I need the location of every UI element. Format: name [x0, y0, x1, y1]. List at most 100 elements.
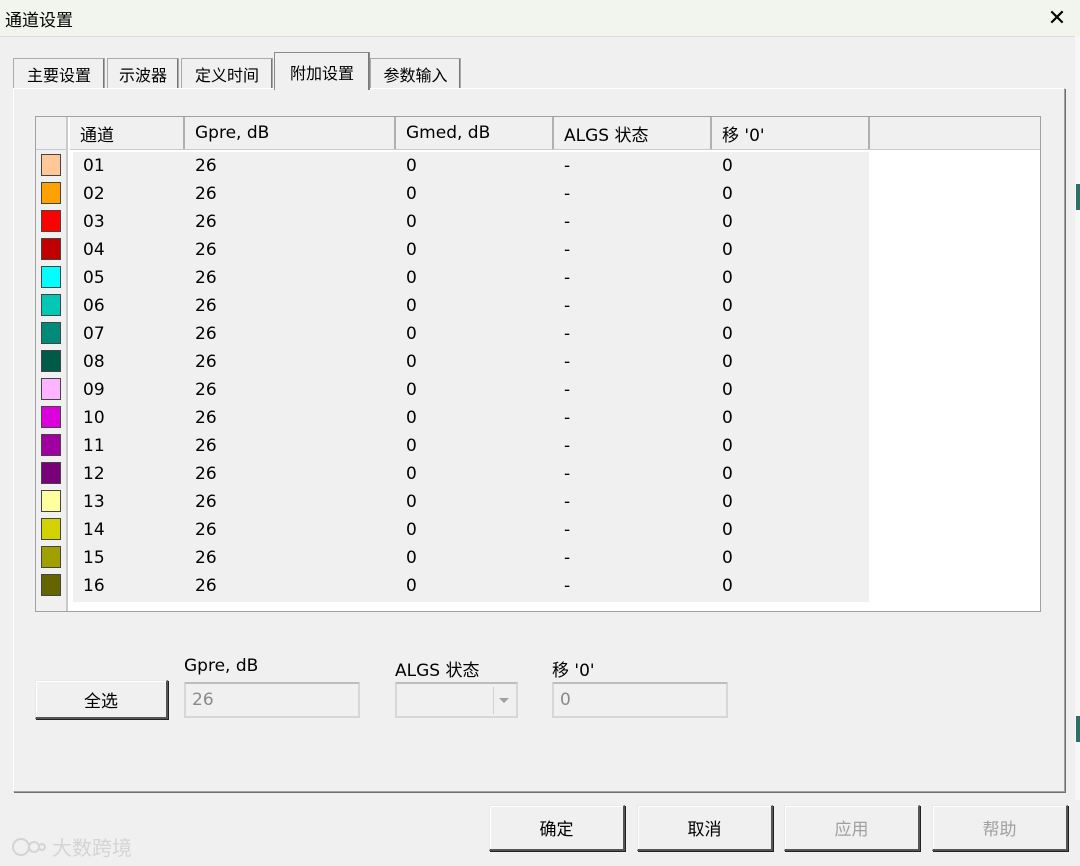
channel-color-swatch[interactable] [41, 350, 61, 372]
table-row[interactable]: 15 26 0 - 0 [73, 544, 869, 572]
cell-channel: 03 [83, 212, 105, 232]
cell-gpre: 26 [195, 436, 217, 456]
close-button[interactable]: ✕ [1034, 0, 1080, 36]
cell-shift: 0 [722, 352, 733, 372]
cell-shift: 0 [722, 464, 733, 484]
cell-gpre: 26 [195, 548, 217, 568]
tab-label: 附加设置 [289, 63, 354, 83]
channel-color-swatch[interactable] [41, 490, 61, 512]
gpre-input[interactable]: 26 [184, 682, 360, 718]
cell-algs: - [564, 464, 571, 484]
cancel-button[interactable]: 取消 [637, 805, 773, 851]
cell-algs: - [564, 492, 571, 512]
cell-gpre: 26 [195, 240, 217, 260]
apply-button[interactable]: 应用 [784, 805, 920, 851]
table-row[interactable]: 12 26 0 - 0 [73, 460, 869, 488]
channel-color-swatch[interactable] [41, 518, 61, 540]
cell-algs: - [564, 548, 571, 568]
channel-color-swatch[interactable] [41, 154, 61, 176]
channel-color-swatch[interactable] [41, 238, 61, 260]
cell-algs: - [564, 380, 571, 400]
cell-channel: 01 [83, 156, 105, 176]
tab-parameter-input[interactable]: 参数输入 [370, 58, 461, 89]
cell-algs: - [564, 296, 571, 316]
algs-select[interactable] [395, 682, 518, 718]
table-row[interactable]: 07 26 0 - 0 [73, 320, 869, 348]
cell-shift: 0 [722, 380, 733, 400]
cell-shift: 0 [722, 436, 733, 456]
apply-label: 应用 [834, 820, 869, 840]
channel-color-swatch[interactable] [41, 406, 61, 428]
channel-color-swatch[interactable] [41, 182, 61, 204]
table-row[interactable]: 02 26 0 - 0 [73, 180, 869, 208]
cell-channel: 11 [83, 436, 105, 456]
table-row[interactable]: 13 26 0 - 0 [73, 488, 869, 516]
ok-button[interactable]: 确定 [489, 805, 625, 851]
channel-color-swatch[interactable] [41, 210, 61, 232]
cell-gpre: 26 [195, 408, 217, 428]
cell-gpre: 26 [195, 464, 217, 484]
cell-gmed: 0 [406, 436, 417, 456]
table-row[interactable]: 05 26 0 - 0 [73, 264, 869, 292]
cell-shift: 0 [722, 408, 733, 428]
cell-gmed: 0 [406, 268, 417, 288]
tab-additional-settings[interactable]: 附加设置 [274, 52, 370, 90]
table-row[interactable]: 09 26 0 - 0 [73, 376, 869, 404]
cell-channel: 05 [83, 268, 105, 288]
shift-input[interactable]: 0 [552, 682, 728, 718]
select-all-button[interactable]: 全选 [35, 680, 168, 719]
cell-gpre: 26 [195, 520, 217, 540]
channel-color-swatch[interactable] [41, 266, 61, 288]
title-bar: 通道设置 ✕ [0, 0, 1080, 37]
channel-color-swatch[interactable] [41, 574, 61, 596]
cell-algs: - [564, 576, 571, 596]
tab-label: 示波器 [118, 66, 167, 85]
cell-algs: - [564, 436, 571, 456]
table-row[interactable]: 06 26 0 - 0 [73, 292, 869, 320]
edge-mark [1076, 184, 1080, 210]
cell-channel: 13 [83, 492, 105, 512]
table-row[interactable]: 10 26 0 - 0 [73, 404, 869, 432]
cell-channel: 14 [83, 520, 105, 540]
cell-gpre: 26 [195, 268, 217, 288]
cell-channel: 08 [83, 352, 105, 372]
channel-grid[interactable]: 通道 Gpre, dB Gmed, dB ALGS 状态 移 '0' 01 26 0… [35, 116, 1041, 612]
table-row[interactable]: 03 26 0 - 0 [73, 208, 869, 236]
table-row[interactable]: 14 26 0 - 0 [73, 516, 869, 544]
table-row[interactable]: 16 26 0 - 0 [73, 572, 869, 600]
table-row[interactable]: 08 26 0 - 0 [73, 348, 869, 376]
column-header-gmed[interactable]: Gmed, dB [396, 117, 554, 149]
column-header-channel[interactable]: 通道 [70, 117, 185, 149]
ok-label: 确定 [539, 820, 574, 840]
channel-color-swatch[interactable] [41, 378, 61, 400]
cell-gmed: 0 [406, 576, 417, 596]
column-header-shift[interactable]: 移 '0' [712, 117, 870, 149]
window-title: 通道设置 [5, 11, 73, 31]
column-header-algs[interactable]: ALGS 状态 [554, 117, 712, 149]
cancel-label: 取消 [687, 820, 722, 840]
channel-color-swatch[interactable] [41, 462, 61, 484]
table-row[interactable]: 11 26 0 - 0 [73, 432, 869, 460]
column-header-gpre[interactable]: Gpre, dB [185, 117, 396, 149]
column-header-label: ALGS 状态 [564, 125, 649, 146]
channel-color-swatch[interactable] [41, 322, 61, 344]
cell-channel: 07 [83, 324, 105, 344]
chevron-down-icon[interactable] [493, 687, 514, 714]
table-row[interactable]: 01 26 0 - 0 [73, 152, 869, 180]
tab-define-time[interactable]: 定义时间 [181, 58, 273, 89]
table-row[interactable]: 04 26 0 - 0 [73, 236, 869, 264]
tab-oscilloscope[interactable]: 示波器 [107, 58, 179, 89]
cell-shift: 0 [722, 576, 733, 596]
column-header-label: 移 '0' [722, 125, 765, 146]
channel-color-swatch[interactable] [41, 546, 61, 568]
help-button[interactable]: 帮助 [932, 805, 1068, 851]
cell-gpre: 26 [195, 380, 217, 400]
tab-main-settings[interactable]: 主要设置 [13, 58, 105, 89]
column-header-label: 通道 [80, 125, 114, 146]
watermark-logo-icon [12, 837, 46, 856]
channel-color-swatch[interactable] [41, 294, 61, 316]
cell-gpre: 26 [195, 156, 217, 176]
cell-channel: 04 [83, 240, 105, 260]
cell-gmed: 0 [406, 352, 417, 372]
channel-color-swatch[interactable] [41, 434, 61, 456]
